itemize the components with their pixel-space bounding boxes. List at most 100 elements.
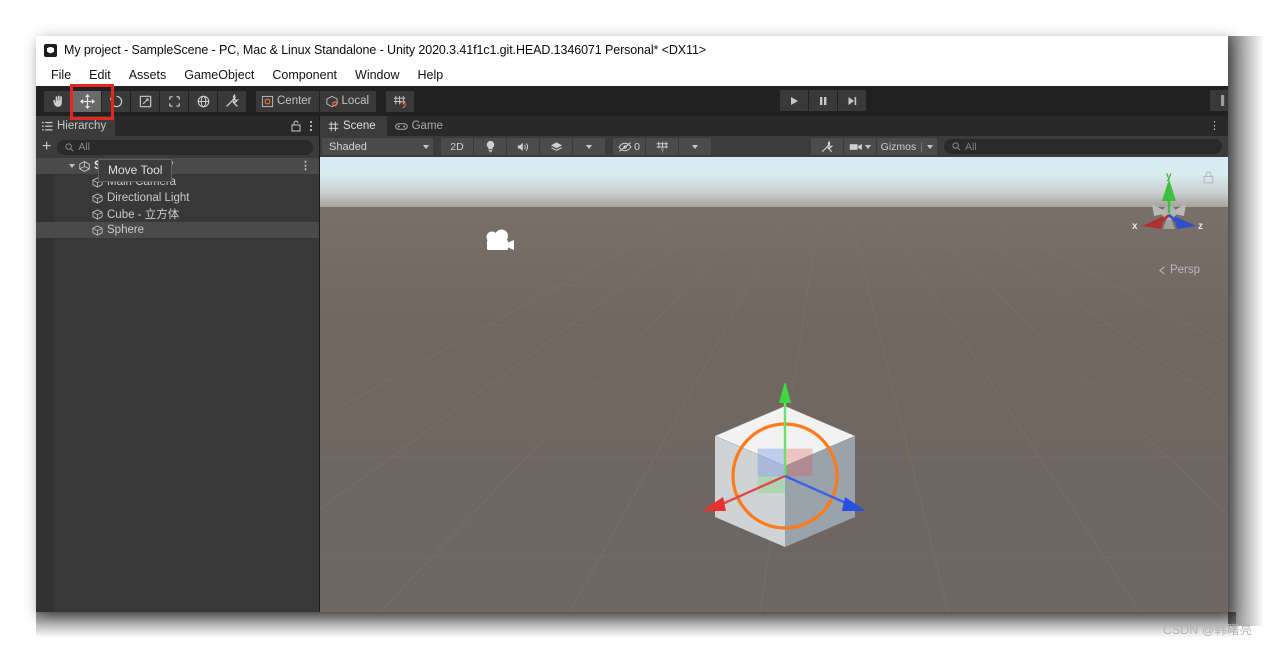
window-shadow-bottom — [36, 612, 1236, 638]
scene-orientation-gizmo[interactable]: y x z — [1130, 171, 1208, 249]
grid-dropdown-button[interactable] — [679, 138, 711, 155]
chevron-down-icon — [586, 144, 592, 149]
menu-item-gameobject[interactable]: GameObject — [175, 68, 263, 82]
scale-icon — [139, 95, 151, 107]
scene-panel-menu-icon[interactable]: ⋮ — [1209, 120, 1220, 132]
grid-snap-button[interactable] — [386, 90, 415, 112]
play-icon — [791, 96, 798, 105]
pause-icon — [820, 96, 827, 105]
wrench-screwdriver-icon — [226, 93, 240, 107]
speaker-icon — [517, 142, 528, 151]
hierarchy-toolbar: + All — [36, 136, 319, 158]
view-tab-bar: Scene Game ⋮ — [320, 116, 1228, 136]
2d-toggle-label: 2D — [450, 140, 464, 153]
menu-item-assets[interactable]: Assets — [120, 68, 176, 82]
scene-viewport[interactable]: y x z Persp — [320, 157, 1228, 612]
rect-transform-icon — [168, 95, 180, 107]
menu-item-help[interactable]: Help — [408, 68, 452, 82]
hierarchy-row-sphere[interactable]: Sphere — [36, 222, 319, 238]
play-controls — [780, 90, 866, 111]
play-button[interactable] — [780, 90, 808, 111]
effects-dropdown-button[interactable] — [573, 138, 605, 155]
panel-area: Hierarchy + All ⋮ Main Camera Directiona… — [36, 116, 1228, 612]
cube-gameobject[interactable] — [690, 383, 880, 573]
toolbar-overflow-button[interactable] — [1210, 90, 1228, 111]
tab-hierarchy[interactable]: Hierarchy — [36, 116, 116, 136]
svg-text:x: x — [1132, 221, 1138, 232]
gameobject-cube-icon — [92, 192, 103, 204]
hierarchy-item-label: Sphere — [107, 224, 145, 236]
move-tool-button[interactable] — [73, 90, 101, 112]
scene-toolbar-right-group: Gizmos | All — [810, 138, 1226, 155]
scene-search-input[interactable]: All — [944, 139, 1222, 154]
gameobject-cube-icon — [92, 208, 103, 220]
account-icon — [1221, 95, 1225, 106]
2d-toggle-button[interactable]: 2D — [441, 138, 473, 155]
hierarchy-search-input[interactable]: All — [57, 139, 313, 155]
menu-item-component[interactable]: Component — [263, 68, 346, 82]
move-tool-tooltip: Move Tool — [98, 159, 173, 182]
lock-open-icon[interactable] — [291, 120, 301, 132]
viewport-lock-icon[interactable] — [1203, 171, 1214, 184]
custom-tool-button[interactable] — [218, 90, 246, 112]
watermark-label: CSDN @韩曙亮 — [1162, 623, 1252, 637]
transform-tool-button[interactable] — [189, 90, 217, 112]
main-toolbar: Center Local — [36, 86, 1228, 116]
rect-tool-button[interactable] — [160, 90, 188, 112]
grid-snap-icon — [393, 95, 406, 108]
gamepad-icon — [394, 122, 408, 130]
gizmos-separator: | — [920, 140, 923, 153]
unity-scene-icon — [79, 160, 90, 172]
svg-text:z: z — [1198, 221, 1203, 232]
tab-game[interactable]: Game — [387, 116, 454, 136]
grid-visibility-button[interactable]: Y — [646, 138, 678, 155]
chevron-down-icon — [423, 144, 429, 149]
hierarchy-search-placeholder: All — [78, 141, 91, 153]
hand-icon — [52, 95, 62, 107]
scene-camera-settings-button[interactable] — [843, 138, 876, 155]
menu-item-edit[interactable]: Edit — [80, 68, 120, 82]
pivot-mode-button[interactable]: Center — [256, 90, 319, 112]
gizmos-label: Gizmos — [880, 140, 917, 153]
rotate-tool-button[interactable] — [102, 90, 130, 112]
scene-grid-icon — [328, 121, 339, 131]
chevron-down-icon — [927, 144, 933, 149]
window-title-bar: My project - SampleScene - PC, Mac & Lin… — [36, 36, 1228, 64]
audio-toggle-button[interactable] — [507, 138, 539, 155]
menu-item-window[interactable]: Window — [346, 68, 408, 82]
scale-tool-button[interactable] — [131, 90, 159, 112]
hierarchy-row-scene[interactable]: SampleScene* ⋮ — [36, 158, 319, 174]
hierarchy-row-cube[interactable]: Cube - 立方体 — [36, 206, 319, 222]
menu-item-file[interactable]: File — [42, 68, 80, 82]
hidden-objects-button[interactable]: 0 — [613, 138, 645, 155]
hand-tool-button[interactable] — [44, 90, 72, 112]
draw-mode-dropdown[interactable]: Shaded — [322, 138, 433, 155]
effects-icon — [550, 141, 562, 151]
handle-rotation-button[interactable]: Local — [319, 90, 377, 112]
pause-button[interactable] — [809, 90, 837, 111]
screenshot-root: My project - SampleScene - PC, Mac & Lin… — [0, 0, 1264, 650]
effects-toggle-button[interactable] — [540, 138, 572, 155]
step-button[interactable] — [838, 90, 866, 111]
add-gameobject-button[interactable]: + — [42, 139, 51, 155]
hierarchy-tab-bar: Hierarchy — [36, 116, 319, 136]
hierarchy-icon — [42, 121, 53, 131]
scene-panel: Scene Game ⋮ Shaded 2D 0 Y Gizmos | All … — [320, 116, 1228, 612]
kebab-menu-icon[interactable] — [309, 120, 313, 132]
tab-scene[interactable]: Scene — [320, 116, 387, 136]
gizmos-dropdown-button[interactable]: Gizmos | — [876, 138, 937, 155]
hierarchy-tab-actions — [291, 116, 313, 136]
projection-mode-label[interactable]: Persp — [1158, 264, 1200, 276]
menu-bar: File Edit Assets GameObject Component Wi… — [36, 64, 1228, 86]
search-icon — [65, 142, 74, 151]
scene-tools-button[interactable] — [810, 138, 843, 155]
scene-context-menu-icon[interactable]: ⋮ — [300, 160, 311, 172]
chevron-down-icon — [692, 144, 698, 149]
hierarchy-row-main-camera[interactable]: Main Camera — [36, 174, 319, 190]
lighting-toggle-button[interactable] — [474, 138, 506, 155]
expand-triangle-icon[interactable] — [69, 164, 75, 168]
hierarchy-row-directional-light[interactable]: Directional Light — [36, 190, 319, 206]
gameobject-cube-icon — [92, 224, 103, 236]
svg-text:Y: Y — [660, 148, 664, 153]
scene-camera-icon[interactable] — [483, 229, 517, 255]
